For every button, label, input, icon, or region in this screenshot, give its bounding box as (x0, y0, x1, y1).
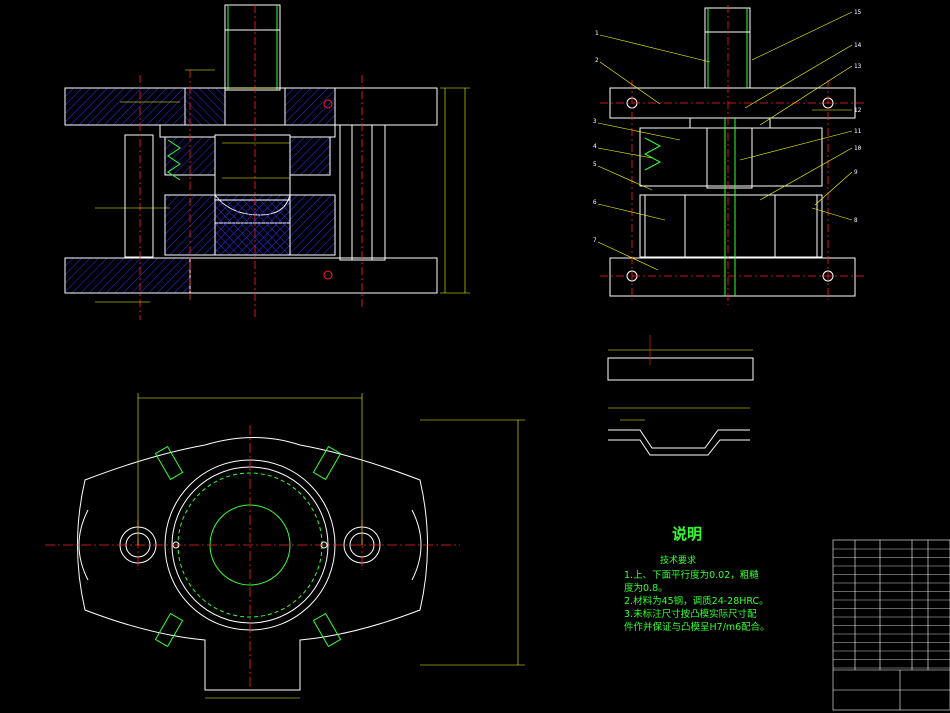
notes-line-1: 1.上、下面平行度为0.02，粗糙 (624, 570, 759, 581)
callout-2: 2 (595, 57, 599, 64)
notes-line-4: 3.未标注尺寸按凸模实际尺寸配 (624, 609, 757, 620)
callout-10: 10 (854, 145, 862, 152)
callout-14: 14 (854, 42, 862, 49)
callout-13: 13 (854, 63, 862, 70)
callout-7: 7 (593, 237, 597, 244)
callout-3: 3 (593, 118, 597, 125)
notes-line-5: 件作并保证与凸模呈H7/m6配合。 (624, 622, 770, 633)
front-view-right (609, 7, 856, 297)
notes-heading: 说明 (672, 525, 703, 543)
plan-view-dims (137, 393, 525, 699)
notes-line-3: 2.材料为45钢，调质24-28HRC。 (624, 596, 769, 607)
part-detail-dims (608, 335, 753, 421)
plan-view (77, 437, 428, 691)
section-view-left (64, 4, 438, 294)
plan-view-centerlines (45, 425, 460, 690)
notes-subheading: 技术要求 (660, 556, 697, 566)
cad-drawing: 123456789101112131415 (45, 4, 950, 711)
callout-12: 12 (854, 107, 862, 114)
callout-15: 15 (854, 9, 862, 16)
bom-rows (833, 548, 950, 669)
part-detail (607, 357, 754, 456)
notes-line-2: 度为0.8。 (624, 583, 668, 594)
callout-labels: 123456789101112131415 (593, 9, 862, 244)
bom-table (832, 539, 950, 711)
callout-9: 9 (854, 169, 858, 176)
callout-1: 1 (595, 30, 599, 37)
callout-5: 5 (593, 161, 597, 168)
callout-4: 4 (593, 143, 597, 150)
callout-11: 11 (854, 128, 862, 135)
callout-6: 6 (593, 199, 597, 206)
callout-8: 8 (854, 217, 858, 224)
